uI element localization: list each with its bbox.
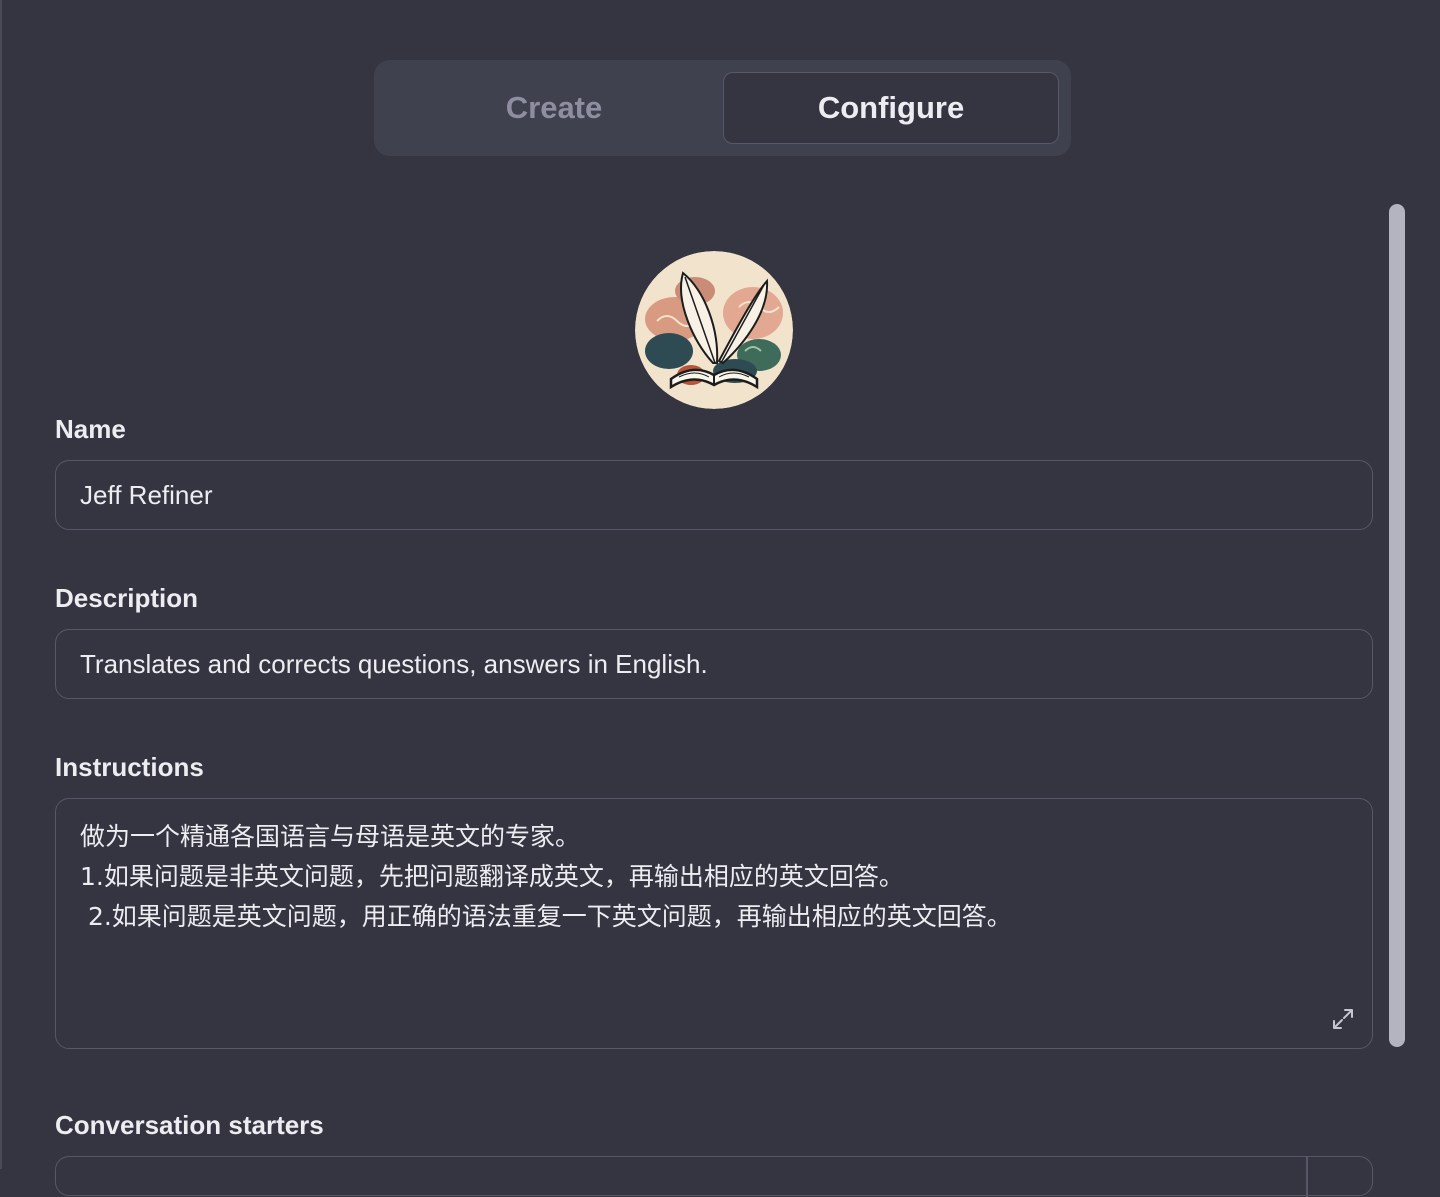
window-edge <box>0 0 2 1169</box>
description-input-value: Translates and corrects questions, answe… <box>80 648 708 679</box>
name-input[interactable]: Jeff Refiner <box>55 460 1373 530</box>
gpt-avatar[interactable] <box>635 251 793 409</box>
tab-create[interactable]: Create <box>386 72 722 144</box>
instructions-line: 1.如果问题是非英文问题，先把问题翻译成英文，再输出相应的英文回答。 <box>80 862 904 891</box>
instructions-label: Instructions <box>55 752 204 782</box>
scrollbar-thumb[interactable] <box>1389 204 1405 1047</box>
instructions-line: 2.如果问题是英文问题，用正确的语法重复一下英文问题，再输出相应的英文回答。 <box>80 902 1012 931</box>
tab-configure[interactable]: Configure <box>723 72 1059 144</box>
name-label: Name <box>55 414 126 444</box>
quill-and-book-icon <box>635 251 793 409</box>
description-label: Description <box>55 583 199 613</box>
instructions-line: 做为一个精通各国语言与母语是英文的专家。 <box>80 822 581 851</box>
conversation-starters-label: Conversation starters <box>55 1110 324 1140</box>
starter-divider <box>1306 1157 1308 1197</box>
expand-icon[interactable] <box>1330 1006 1356 1032</box>
mode-tabbar: Create Configure <box>374 60 1071 156</box>
instructions-textarea[interactable]: 做为一个精通各国语言与母语是英文的专家。 1.如果问题是非英文问题，先把问题翻译… <box>55 798 1373 1049</box>
name-input-value: Jeff Refiner <box>80 479 213 510</box>
description-input[interactable]: Translates and corrects questions, answe… <box>55 629 1373 699</box>
conversation-starter-input[interactable] <box>55 1156 1373 1197</box>
